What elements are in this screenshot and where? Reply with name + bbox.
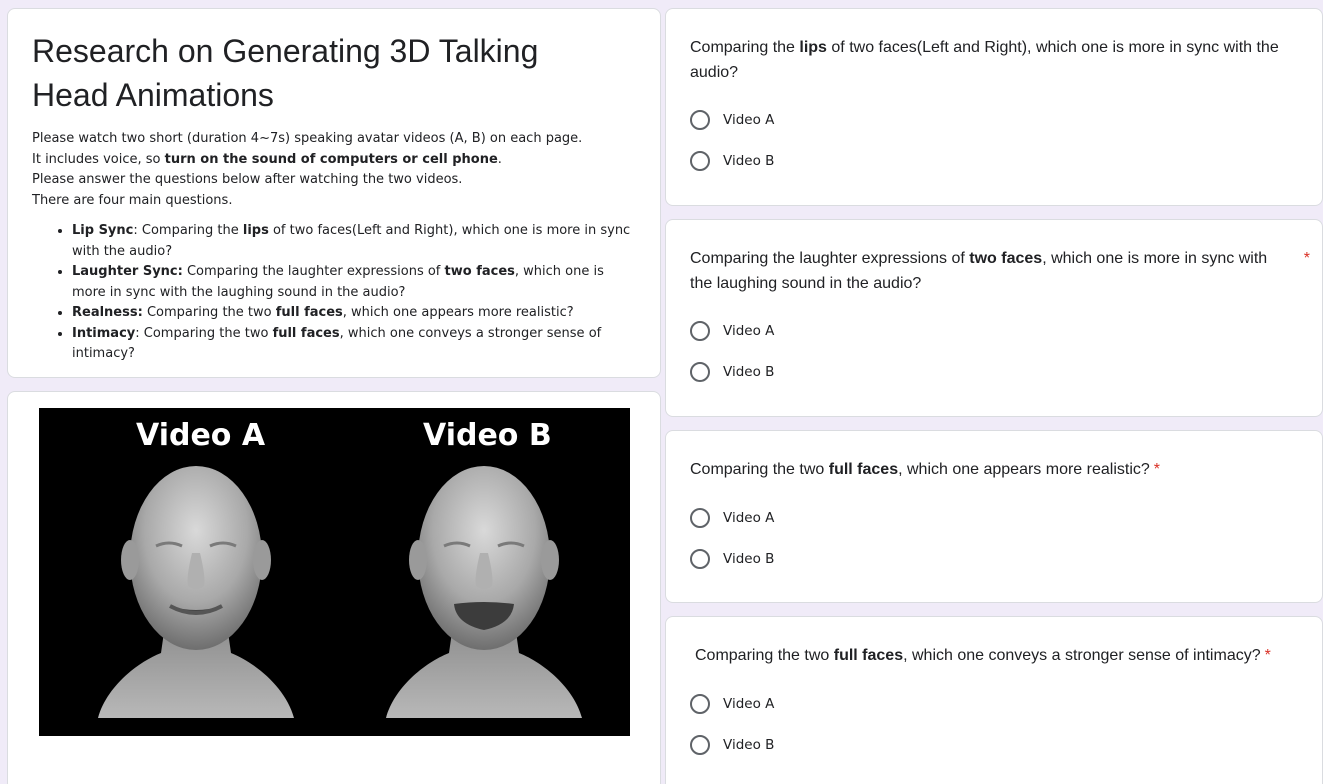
radio-button[interactable] [690,321,710,341]
radio-button[interactable] [690,362,710,382]
option-label: Video B [723,551,775,567]
avatar-head-a [98,466,294,718]
question-card-lip-sync: Comparing the lips of two faces(Left and… [665,8,1323,206]
question-title: Comparing the two full faces, which one … [695,647,1271,664]
avatar-head-b [386,466,582,718]
video-player[interactable]: Video A Video B [39,408,630,736]
option-label: Video A [723,323,775,339]
option-label: Video A [723,112,775,128]
required-asterisk: * [1153,461,1161,478]
option-video-a[interactable]: Video A [690,108,774,132]
form-header-card: Research on Generating 3D Talking Head A… [7,8,661,378]
radio-button[interactable] [690,151,710,171]
question-title: Comparing the two full faces, which one … [690,461,1161,478]
question-title: Comparing the lips of two faces(Left and… [690,39,1279,81]
question-summary-list: Lip Sync: Comparing the lips of two face… [32,221,636,365]
option-video-a[interactable]: Video A [690,692,774,716]
option-label: Video B [723,737,775,753]
option-video-b[interactable]: Video B [690,149,774,173]
option-label: Video B [723,153,775,169]
option-video-b[interactable]: Video B [690,547,774,571]
option-video-a[interactable]: Video A [690,319,774,343]
option-video-b[interactable]: Video B [690,733,774,757]
radio-button[interactable] [690,549,710,569]
question-card-realness: Comparing the two full faces, which one … [665,430,1323,603]
radio-button[interactable] [690,508,710,528]
avatar-heads-graphic [98,466,582,718]
required-asterisk: * [1303,250,1310,267]
description-line: Please watch two short (duration 4~7s) s… [32,131,583,146]
option-label: Video A [723,510,775,526]
summary-item-laughter-sync: Laughter Sync: Comparing the laughter ex… [72,262,636,303]
question-card-intimacy: Comparing the two full faces, which one … [665,616,1323,784]
summary-item-lip-sync: Lip Sync: Comparing the lips of two face… [72,221,636,262]
radio-button[interactable] [690,735,710,755]
question-title: Comparing the laughter expressions of tw… [690,246,1310,296]
option-label: Video A [723,696,775,712]
form-description: Please watch two short (duration 4~7s) s… [32,129,636,211]
description-line: Please answer the questions below after … [32,172,463,187]
option-video-b[interactable]: Video B [690,360,774,384]
description-line: It includes voice, so turn on the sound … [32,151,502,167]
description-line: There are four main questions. [32,192,233,208]
option-label: Video B [723,364,775,380]
video-card: Video A Video B [7,391,661,784]
radio-button[interactable] [690,694,710,714]
summary-item-intimacy: Intimacy: Comparing the two full faces, … [72,324,636,365]
form-title: Research on Generating 3D Talking Head A… [32,33,539,113]
required-asterisk: * [1264,647,1271,664]
question-card-laughter-sync: Comparing the laughter expressions of tw… [665,219,1323,417]
radio-button[interactable] [690,110,710,130]
option-video-a[interactable]: Video A [690,506,774,530]
summary-item-realness: Realness: Comparing the two full faces, … [72,303,636,324]
